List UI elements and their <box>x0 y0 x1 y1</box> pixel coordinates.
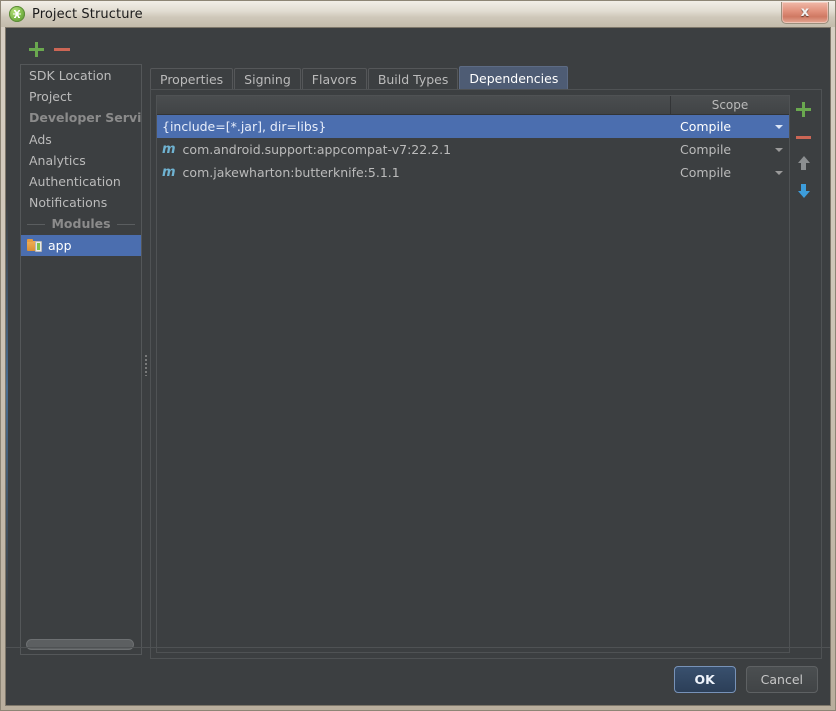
group-rule-right <box>116 223 136 225</box>
dependency-name-cell[interactable]: {include=[*.jar], dir=libs} <box>157 115 671 138</box>
project-structure-window: Project Structure x SDK Location Project… <box>0 0 836 711</box>
sidebar-splitter[interactable] <box>142 64 150 655</box>
remove-module-button[interactable] <box>54 41 70 57</box>
table-header-row: Scope <box>157 96 789 115</box>
sidebar-group-modules: Modules <box>21 213 141 235</box>
move-up-button[interactable] <box>795 155 812 172</box>
group-rule-left <box>27 223 46 225</box>
splitter-grip-icon <box>144 354 148 376</box>
scope-value: Compile <box>680 142 732 157</box>
dependency-scope-cell[interactable]: Compile <box>671 115 789 138</box>
column-header-scope[interactable]: Scope <box>671 96 789 114</box>
android-studio-icon <box>9 6 25 22</box>
sidebar-horizontal-scrollbar[interactable] <box>26 639 134 650</box>
dependencies-panel: Scope {include=[*.jar], dir=libs} Compil… <box>150 89 822 659</box>
dependency-name-cell[interactable]: m com.android.support:appcompat-v7:22.2.… <box>157 138 671 161</box>
module-icon: m <box>162 142 176 157</box>
table-row[interactable]: m com.jakewharton:butterknife:5.1.1 Comp… <box>157 161 789 184</box>
tab-bar: Properties Signing Flavors Build Types D… <box>150 66 569 90</box>
sidebar[interactable]: SDK Location Project Developer Services … <box>20 64 142 655</box>
cancel-button[interactable]: Cancel <box>745 666 818 693</box>
add-dependency-button[interactable] <box>795 101 812 118</box>
arrow-up-icon <box>797 156 810 163</box>
tab-build-types[interactable]: Build Types <box>367 68 459 90</box>
sidebar-item-authentication[interactable]: Authentication <box>21 171 141 192</box>
sidebar-item-ads[interactable]: Ads <box>21 129 141 150</box>
dependency-scope-cell[interactable]: Compile <box>671 138 789 161</box>
tab-properties[interactable]: Properties <box>150 68 234 90</box>
close-button[interactable]: x <box>781 2 829 24</box>
tab-dependencies[interactable]: Dependencies <box>459 66 569 90</box>
chevron-down-icon[interactable] <box>775 147 783 152</box>
tab-flavors[interactable]: Flavors <box>301 68 367 90</box>
window-title: Project Structure <box>32 6 143 22</box>
dependency-name: com.android.support:appcompat-v7:22.2.1 <box>182 142 452 157</box>
sidebar-group-developer-services: Developer Services <box>29 110 142 125</box>
remove-dependency-button[interactable] <box>795 128 812 145</box>
chevron-down-icon[interactable] <box>775 124 783 129</box>
ok-button[interactable]: OK <box>673 666 736 693</box>
sidebar-group-modules-label: Modules <box>51 216 111 231</box>
dependencies-table: Scope {include=[*.jar], dir=libs} Compil… <box>156 95 790 653</box>
sidebar-item-analytics[interactable]: Analytics <box>21 150 141 171</box>
sidebar-item-app[interactable]: app <box>21 235 141 256</box>
app-module-icon <box>27 239 42 252</box>
dependency-name: com.jakewharton:butterknife:5.1.1 <box>182 165 400 180</box>
dialog-button-bar: OK Cancel <box>673 666 818 693</box>
dialog-body: SDK Location Project Developer Services … <box>6 28 830 705</box>
dependency-scope-cell[interactable]: Compile <box>671 161 789 184</box>
sidebar-item-project[interactable]: Project <box>21 86 141 107</box>
module-icon: m <box>162 165 176 180</box>
chevron-down-icon[interactable] <box>775 170 783 175</box>
title-bar[interactable]: Project Structure x <box>1 1 835 27</box>
tab-signing[interactable]: Signing <box>234 68 301 90</box>
footer-separator <box>6 647 830 648</box>
sidebar-item-notifications[interactable]: Notifications <box>21 192 141 213</box>
dependency-actions-rail <box>791 95 815 653</box>
sidebar-toolbar <box>16 36 140 62</box>
arrow-down-icon <box>797 191 810 198</box>
sidebar-item-app-label: app <box>48 238 72 253</box>
column-header-name[interactable] <box>157 96 671 114</box>
dependency-name-cell[interactable]: m com.jakewharton:butterknife:5.1.1 <box>157 161 671 184</box>
table-row[interactable]: {include=[*.jar], dir=libs} Compile <box>157 115 789 138</box>
table-row[interactable]: m com.android.support:appcompat-v7:22.2.… <box>157 138 789 161</box>
close-icon: x <box>800 5 810 20</box>
scope-value: Compile <box>680 165 732 180</box>
window-edge-accent <box>6 198 8 618</box>
sidebar-item-sdk-location[interactable]: SDK Location <box>21 65 141 86</box>
scope-value: Compile <box>680 119 732 134</box>
move-down-button[interactable] <box>795 182 812 199</box>
add-module-button[interactable] <box>28 41 44 57</box>
dependency-name: {include=[*.jar], dir=libs} <box>162 119 327 134</box>
